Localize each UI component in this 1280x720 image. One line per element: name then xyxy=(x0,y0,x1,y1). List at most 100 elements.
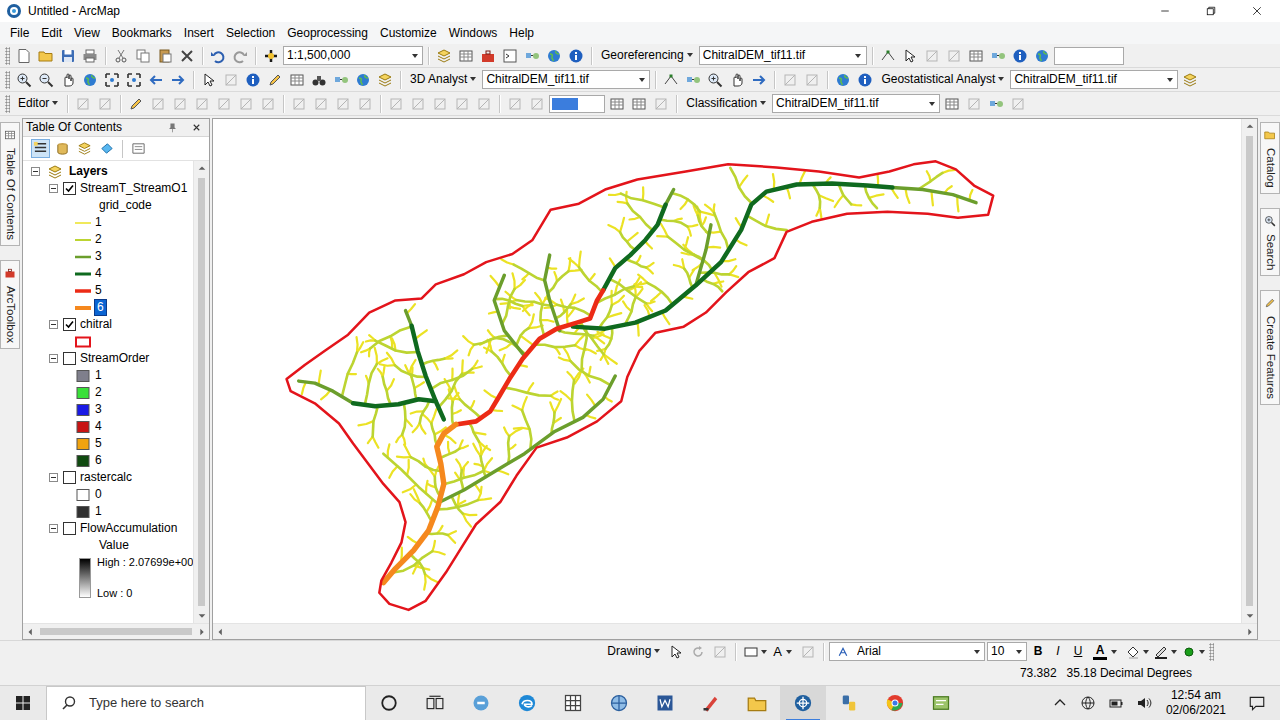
stream-segment[interactable] xyxy=(681,199,688,209)
stream-segment[interactable] xyxy=(431,369,472,389)
dropdown-arrow-icon[interactable] xyxy=(1016,650,1022,654)
stream-segment[interactable] xyxy=(484,458,492,471)
arrow-up-icon[interactable] xyxy=(192,159,212,179)
table-icon[interactable] xyxy=(629,94,649,114)
stream-segment[interactable] xyxy=(651,292,662,301)
stream-segment[interactable] xyxy=(302,382,306,394)
stream-segment[interactable] xyxy=(502,289,514,324)
stream-segment[interactable] xyxy=(729,266,736,274)
table-icon[interactable] xyxy=(607,94,627,114)
stream-segment[interactable] xyxy=(892,188,976,203)
menu-item[interactable]: Insert xyxy=(178,22,220,44)
stream-segment[interactable] xyxy=(705,205,714,213)
grey-tool-icon[interactable] xyxy=(221,70,241,90)
minimize-button[interactable] xyxy=(1142,0,1188,22)
stream-segment[interactable] xyxy=(700,212,714,216)
paste-icon[interactable] xyxy=(155,46,175,66)
stream-segment[interactable] xyxy=(422,359,444,365)
select-arrow-icon[interactable] xyxy=(666,642,686,662)
stream-segment[interactable] xyxy=(668,237,703,261)
stream-segment[interactable] xyxy=(646,268,653,274)
dropdown-arrow-icon[interactable] xyxy=(855,54,861,58)
toolbar-menu[interactable]: Georeferencing xyxy=(597,48,697,62)
stream-segment[interactable] xyxy=(495,299,523,306)
menu-item[interactable]: Edit xyxy=(35,22,68,44)
arrow-left-icon[interactable] xyxy=(211,622,231,642)
stream-segment[interactable] xyxy=(413,423,420,432)
stream-segment[interactable] xyxy=(377,358,388,364)
layer-name[interactable]: rastercalc xyxy=(80,470,132,484)
globe-icon[interactable] xyxy=(80,70,100,90)
stream-segment[interactable] xyxy=(383,377,391,405)
info-icon[interactable] xyxy=(566,46,586,66)
menu-item[interactable]: Customize xyxy=(374,22,443,44)
stream-segment[interactable] xyxy=(522,304,532,307)
layer-name[interactable]: StreamOrder xyxy=(80,351,149,365)
dropdown-arrow-icon[interactable] xyxy=(1167,78,1173,82)
stream-segment[interactable] xyxy=(672,193,700,212)
stream-segment[interactable] xyxy=(657,235,667,238)
stream-segment[interactable] xyxy=(478,498,491,500)
stream-segment[interactable] xyxy=(481,446,487,456)
layer-name[interactable]: StreamT_StreamO1 xyxy=(80,181,187,195)
stream-segment[interactable] xyxy=(642,187,645,200)
dock-tab[interactable]: Catalog xyxy=(1260,122,1280,194)
undo-icon[interactable] xyxy=(208,46,228,66)
stream-segment[interactable] xyxy=(508,436,509,463)
stream-segment[interactable] xyxy=(494,275,524,356)
grey-tool-icon[interactable] xyxy=(964,94,984,114)
list-by-visibility-icon[interactable] xyxy=(75,139,95,159)
dropdown-arrow-icon[interactable] xyxy=(1143,650,1149,654)
stream-segment[interactable] xyxy=(529,314,534,328)
grey-tool-icon[interactable] xyxy=(95,94,115,114)
stream-segment[interactable] xyxy=(358,421,373,425)
delete-icon[interactable] xyxy=(177,46,197,66)
layer-stack-icon[interactable] xyxy=(375,70,395,90)
stream-segment[interactable] xyxy=(448,531,456,535)
stream-segment[interactable] xyxy=(555,399,562,412)
network-icon[interactable] xyxy=(1078,693,1098,713)
stream-segment[interactable] xyxy=(514,265,545,281)
map-horizontal-scrollbar[interactable] xyxy=(213,623,1257,639)
globe-icon[interactable] xyxy=(544,46,564,66)
toc-view-button[interactable] xyxy=(31,139,50,158)
dock-tab[interactable]: Create Features xyxy=(1260,290,1280,405)
stream-segment[interactable] xyxy=(609,279,646,304)
stream-segment[interactable] xyxy=(321,390,330,399)
arrow-right-icon[interactable] xyxy=(749,70,769,90)
stream-segment[interactable] xyxy=(440,376,615,502)
expand-toggle[interactable] xyxy=(49,473,58,482)
stream-segment[interactable] xyxy=(550,402,554,412)
taskbar-app[interactable] xyxy=(780,686,826,720)
grey-tool-icon[interactable] xyxy=(802,70,822,90)
toc-view-button[interactable] xyxy=(97,139,116,158)
font-dropdown[interactable]: Arial xyxy=(829,642,985,661)
marker-dot-button[interactable] xyxy=(1179,642,1205,662)
stream-segment[interactable] xyxy=(462,462,468,470)
node-icon[interactable] xyxy=(878,46,898,66)
edge-icon[interactable] xyxy=(517,693,537,713)
stream-segment[interactable] xyxy=(579,252,581,268)
notepad-app-icon[interactable] xyxy=(931,693,951,713)
cortana-button[interactable] xyxy=(366,686,412,720)
stream-segment[interactable] xyxy=(365,364,377,405)
zoom-out-icon[interactable] xyxy=(36,70,56,90)
stream-segment[interactable] xyxy=(375,341,418,353)
grey-tool-icon[interactable] xyxy=(214,94,234,114)
menu-item[interactable]: Bookmarks xyxy=(106,22,178,44)
stream-segment[interactable] xyxy=(440,449,460,459)
layer-dropdown[interactable]: ChitralDEM_tif11.tif xyxy=(772,94,940,113)
layer-dropdown[interactable]: 1:1,500,000 xyxy=(283,46,423,65)
dropdown-button[interactable] xyxy=(634,71,649,88)
stream-segment[interactable] xyxy=(620,232,635,250)
scroll-button[interactable] xyxy=(213,624,228,639)
layer-stack-icon[interactable] xyxy=(434,46,454,66)
taskbar-app[interactable] xyxy=(458,686,504,720)
stream-segment[interactable] xyxy=(451,496,462,513)
stream-segment[interactable] xyxy=(319,371,321,385)
legend-symbol[interactable] xyxy=(73,301,93,314)
pencil-icon[interactable] xyxy=(126,94,146,114)
new-page-icon[interactable] xyxy=(14,46,34,66)
stream-segment[interactable] xyxy=(402,435,405,444)
globe-icon[interactable] xyxy=(353,70,373,90)
